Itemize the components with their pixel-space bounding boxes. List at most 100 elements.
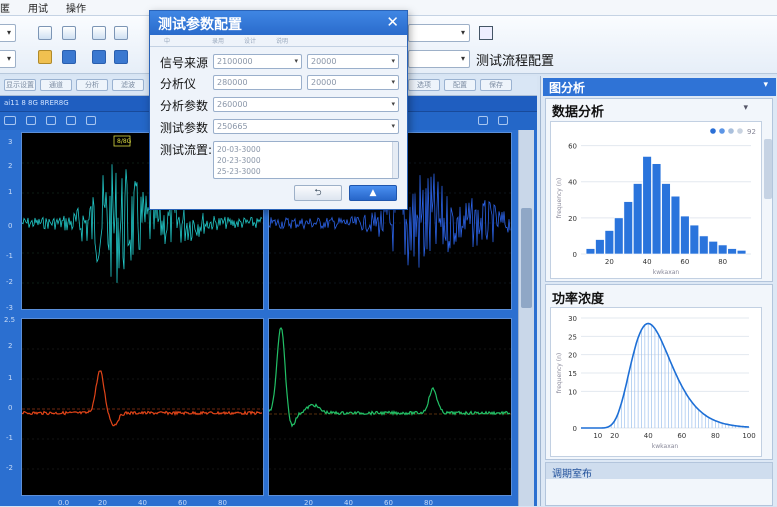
ws-tab[interactable]: 配置 bbox=[444, 79, 476, 91]
y-tick: -2 bbox=[6, 278, 13, 286]
density-svg: 10 15 20 25 30 0 10 20 40 60 80 100 kwkaxan frequency… bbox=[556, 315, 756, 450]
histogram-bar bbox=[661, 183, 671, 255]
split-icon[interactable] bbox=[114, 50, 128, 64]
analyzer-input[interactable]: 280000 bbox=[213, 75, 302, 90]
section-title: 数据分析 bbox=[552, 105, 605, 120]
pan-icon[interactable] bbox=[66, 116, 76, 125]
scrollbar-thumb[interactable] bbox=[521, 208, 532, 308]
keyboard-icon[interactable] bbox=[4, 116, 16, 125]
zoom-icon[interactable] bbox=[26, 116, 36, 125]
test-flow-textarea[interactable]: 20-03-3000 20-23-3000 25-23-3000 bbox=[213, 141, 399, 179]
chevron-down-icon[interactable]: ▾ bbox=[743, 103, 748, 113]
legend-dot bbox=[710, 128, 716, 134]
ws-tab[interactable]: 滤波 bbox=[112, 79, 144, 91]
test-params-select[interactable]: 250665 ▾ bbox=[213, 119, 399, 134]
dialog-tabs: 中 录用 设计 说明 bbox=[150, 35, 407, 47]
analyzer-select[interactable]: 20000 ▾ bbox=[307, 75, 399, 90]
menu-item-file[interactable]: 匿 bbox=[0, 0, 10, 15]
copy-icon[interactable] bbox=[92, 26, 106, 40]
toolbar-dropdown-left-2[interactable]: ▾ bbox=[0, 50, 16, 68]
dialog-tab[interactable]: 设计 bbox=[244, 36, 256, 45]
toolbar-dropdown-left[interactable]: ▾ bbox=[0, 24, 16, 42]
waveform-plot-bottom-left[interactable] bbox=[21, 318, 264, 496]
menu-item-operate[interactable]: 操作 bbox=[66, 0, 86, 15]
histogram-chart: 92 0 20 40 60 20 40 60 80 kwkaxan frequency (n) bbox=[550, 121, 762, 279]
signal-source-select[interactable]: 2100000 ▾ bbox=[213, 54, 302, 69]
grid-icon[interactable] bbox=[114, 26, 128, 40]
ws-tab[interactable]: 通道 bbox=[40, 79, 72, 91]
dialog-tab[interactable]: 说明 bbox=[276, 36, 288, 45]
test-params-dialog: 测试参数配置 ✕ 中 录用 设计 说明 信号来源 2100000 ▾ 20000 ▾… bbox=[149, 10, 408, 210]
test-params-label: 测试参数 bbox=[160, 121, 209, 135]
x-tick-label: 100 bbox=[742, 432, 755, 440]
y-tick: 3 bbox=[8, 138, 13, 146]
cursor-icon[interactable] bbox=[46, 116, 56, 125]
dialog-tab[interactable]: 中 bbox=[164, 36, 170, 45]
toolbar-dropdown-right[interactable]: ▾ bbox=[408, 24, 470, 42]
waveform-plot-bottom-right[interactable] bbox=[268, 318, 512, 496]
document-icon[interactable] bbox=[62, 26, 76, 40]
histogram-bar bbox=[585, 248, 596, 255]
y-tick-label: 40 bbox=[568, 179, 577, 187]
y-tick: 1 bbox=[8, 188, 13, 196]
histogram-bar bbox=[680, 215, 690, 255]
menu-item-use[interactable]: 用试 bbox=[28, 0, 48, 15]
y-tick-label: 20 bbox=[568, 352, 577, 360]
ws-tab[interactable]: 分析 bbox=[76, 79, 108, 91]
y-tick-label: 20 bbox=[568, 215, 577, 223]
dialog-tab[interactable]: 录用 bbox=[212, 36, 224, 45]
x-tick-label: 40 bbox=[644, 432, 653, 440]
legend-dot bbox=[719, 128, 725, 134]
folder-icon[interactable] bbox=[38, 50, 52, 64]
y-tick: 2 bbox=[8, 342, 13, 350]
new-icon[interactable] bbox=[38, 26, 52, 40]
x-tick-label: 60 bbox=[677, 432, 686, 440]
analysis-panel-header: 图分析 ▾ bbox=[543, 78, 776, 96]
fit-icon[interactable] bbox=[86, 116, 96, 125]
workspace-scrollbar[interactable] bbox=[518, 130, 534, 506]
y-tick-label: 15 bbox=[568, 370, 577, 378]
toolbar-dropdown-right-2[interactable]: ▾ bbox=[408, 50, 470, 68]
section-title[interactable]: 调期室布 bbox=[546, 463, 772, 480]
signal-source-select-2[interactable]: 20000 ▾ bbox=[307, 54, 399, 69]
textarea-scrollbar[interactable] bbox=[392, 142, 398, 178]
field-value: 260000 bbox=[217, 100, 248, 109]
histogram-bar bbox=[718, 244, 728, 255]
ws-tab[interactable]: 选项 bbox=[408, 79, 440, 91]
ws-tab[interactable]: 保存 bbox=[480, 79, 512, 91]
power-density-section: 功率浓度 10 15 20 25 30 0 10 20 40 60 80 100 kwkaxan freq… bbox=[545, 284, 773, 460]
density-chart: 10 15 20 25 30 0 10 20 40 60 80 100 kwkaxan frequency… bbox=[550, 307, 762, 457]
histogram-bar bbox=[614, 217, 624, 255]
y-axis-head: 2.5 bbox=[4, 316, 16, 324]
y-tick-label: 60 bbox=[568, 143, 577, 151]
dialog-title: 测试参数配置 bbox=[158, 17, 242, 33]
histogram-bar bbox=[633, 183, 643, 255]
y-tick-label: 25 bbox=[568, 333, 577, 341]
y-tick: -3 bbox=[6, 304, 13, 312]
x-tick-label: 10 bbox=[593, 432, 602, 440]
analysis-params-select[interactable]: 260000 ▾ bbox=[213, 97, 399, 112]
close-icon[interactable]: ✕ bbox=[386, 13, 399, 31]
signal-source-label: 信号来源 bbox=[160, 56, 209, 70]
analysis-panel: 图分析 ▾ 数据分析 ▾ 92 0 20 40 60 20 40 60 80 kwkaxan fre… bbox=[540, 76, 777, 506]
histogram-bar bbox=[604, 230, 614, 255]
y-tick-label: 0 bbox=[573, 425, 577, 433]
section-scrollbar[interactable] bbox=[764, 139, 772, 199]
layout-icon[interactable] bbox=[92, 50, 106, 64]
section-title: 功率浓度 bbox=[552, 292, 605, 307]
flow-config-icon[interactable] bbox=[479, 26, 493, 40]
close-panel-icon[interactable] bbox=[498, 116, 508, 125]
pin-icon[interactable]: ▾ bbox=[763, 80, 768, 90]
y-tick: 1 bbox=[8, 374, 13, 382]
flow-line: 20-23-3000 bbox=[217, 156, 261, 165]
histogram-bar bbox=[670, 195, 681, 255]
save-icon[interactable] bbox=[62, 50, 76, 64]
ws-tab[interactable]: 显示设置 bbox=[4, 79, 36, 91]
field-value: 250665 bbox=[217, 122, 248, 131]
field-value: 2100000 bbox=[217, 57, 253, 66]
back-button[interactable]: ⮌ bbox=[294, 185, 342, 201]
pin-icon[interactable] bbox=[478, 116, 488, 125]
histogram-bar bbox=[651, 163, 662, 255]
analysis-params-label: 分析参数 bbox=[160, 99, 209, 113]
confirm-button[interactable]: ▲ bbox=[349, 185, 397, 201]
